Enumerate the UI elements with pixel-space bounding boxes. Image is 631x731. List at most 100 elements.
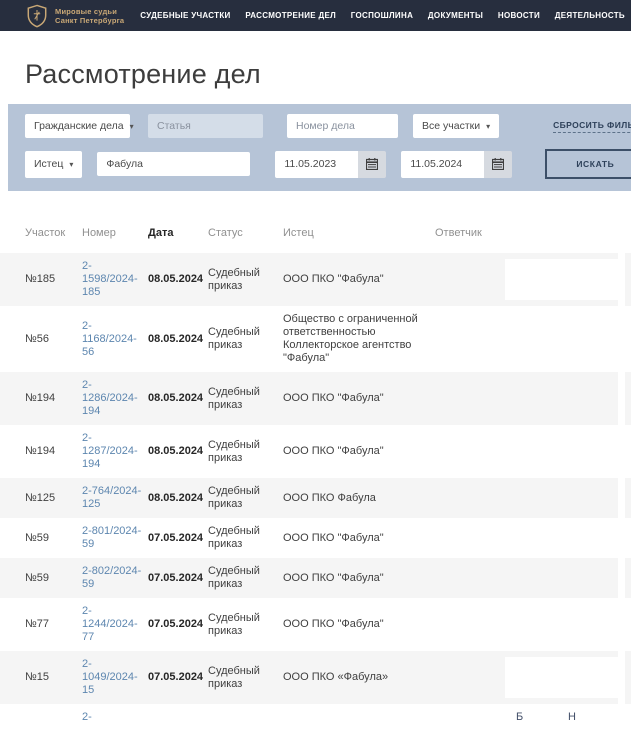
cell-precinct: №56: [25, 333, 82, 346]
case-type-select[interactable]: Гражданские дела ▾: [25, 114, 130, 138]
case-number-link[interactable]: 2-: [82, 711, 92, 723]
defendant-redaction-box: [505, 657, 618, 698]
table-row: 2- БН: [0, 704, 631, 731]
cell-precinct: №194: [25, 445, 82, 458]
cell-date: 07.05.2024: [148, 671, 206, 684]
cell-status: Судебный приказ: [208, 485, 280, 511]
reset-filter-button[interactable]: СБРОСИТЬ ФИЛЬТР: [553, 120, 631, 133]
calendar-icon[interactable]: [358, 151, 386, 178]
nav-item-court-precincts[interactable]: СУДЕБНЫЕ УЧАСТКИ: [140, 11, 230, 20]
party-role-value: Истец: [34, 158, 63, 170]
date-to-group: [401, 151, 512, 178]
cell-plaintiff: ООО ПКО Фабула: [283, 492, 433, 505]
nav-item-state-duty[interactable]: ГОСПОШЛИНА: [351, 11, 413, 20]
nav-item-activity[interactable]: ДЕЯТЕЛЬНОСТЬ: [555, 11, 625, 20]
case-number-link[interactable]: 2-802/2024-59: [82, 565, 141, 590]
cell-precinct: №15: [25, 671, 82, 684]
nav-item-news[interactable]: НОВОСТИ: [498, 11, 540, 20]
cell-plaintiff: ООО ПКО "Фабула": [283, 445, 433, 458]
table-row: №185 2-1598/2024-185 08.05.2024 Судебный…: [0, 253, 631, 306]
cell-status: Судебный приказ: [208, 525, 280, 551]
column-header-status: Статус: [208, 227, 280, 239]
date-from-input[interactable]: [275, 151, 358, 178]
chevron-down-icon: ▾: [69, 160, 73, 169]
main-nav: СУДЕБНЫЕ УЧАСТКИ РАССМОТРЕНИЕ ДЕЛ ГОСПОШ…: [140, 11, 625, 20]
top-navigation-bar: Мировые судьи Санкт Петербурга СУДЕБНЫЕ …: [0, 0, 631, 31]
case-number-link[interactable]: 2-1598/2024-185: [82, 260, 138, 298]
cell-date: 07.05.2024: [148, 572, 206, 585]
shield-logo-icon: [26, 4, 48, 28]
cell-date: 07.05.2024: [148, 618, 206, 631]
case-number-link[interactable]: 2-1049/2024-15: [82, 658, 138, 696]
cell-precinct: №59: [25, 572, 82, 585]
case-number-input[interactable]: [287, 114, 398, 138]
search-filter-panel: Гражданские дела ▾ Все участки ▾ СБРОСИТ…: [8, 104, 631, 191]
case-table-header: Участок Номер Дата Статус Истец Ответчик: [0, 227, 631, 253]
article-input[interactable]: [148, 114, 263, 138]
cell-date: 08.05.2024: [148, 273, 206, 286]
cell-precinct: №59: [25, 532, 82, 545]
defendant-redaction-box: [505, 259, 618, 300]
cell-plaintiff: Общество с ограниченной ответственностью…: [283, 313, 433, 365]
date-from-group: [275, 151, 386, 178]
precinct-value: Все участки: [422, 120, 480, 132]
column-header-defendant: Ответчик: [435, 227, 618, 239]
case-number-link[interactable]: 2-1287/2024-194: [82, 432, 138, 470]
cell-precinct: №125: [25, 492, 82, 505]
search-button[interactable]: ИСКАТЬ: [545, 149, 631, 179]
cell-status: Судебный приказ: [208, 326, 280, 352]
case-number-link[interactable]: 2-1244/2024-77: [82, 605, 138, 643]
cell-plaintiff: ООО ПКО "Фабула": [283, 273, 433, 286]
case-number-link[interactable]: 2-1168/2024-56: [82, 320, 137, 358]
precinct-select[interactable]: Все участки ▾: [413, 114, 499, 138]
case-number-link[interactable]: 2-764/2024-125: [82, 485, 141, 510]
site-logo[interactable]: Мировые судьи Санкт Петербурга: [26, 4, 124, 28]
cell-precinct: №77: [25, 618, 82, 631]
cell-date: 08.05.2024: [148, 492, 206, 505]
nav-item-case-review[interactable]: РАССМОТРЕНИЕ ДЕЛ: [245, 11, 336, 20]
table-row: №194 2-1286/2024-194 08.05.2024 Судебный…: [0, 372, 631, 425]
cell-status: Судебный приказ: [208, 565, 280, 591]
cell-status: Судебный приказ: [208, 612, 280, 638]
cell-plaintiff: ООО ПКО «Фабула»: [283, 671, 433, 684]
case-table: Участок Номер Дата Статус Истец Ответчик…: [0, 227, 631, 731]
case-type-value: Гражданские дела: [34, 120, 124, 132]
column-header-date: Дата: [148, 227, 206, 239]
case-number-link[interactable]: 2-801/2024-59: [82, 525, 141, 550]
party-role-select[interactable]: Истец ▾: [25, 151, 82, 178]
table-row: №59 2-802/2024-59 07.05.2024 Судебный пр…: [0, 558, 631, 598]
case-table-body: №185 2-1598/2024-185 08.05.2024 Судебный…: [0, 253, 631, 731]
date-to-input[interactable]: [401, 151, 484, 178]
case-number-link[interactable]: 2-1286/2024-194: [82, 379, 138, 417]
table-row: №56 2-1168/2024-56 08.05.2024 Судебный п…: [0, 306, 631, 372]
cell-status: Судебный приказ: [208, 665, 280, 691]
table-row: №194 2-1287/2024-194 08.05.2024 Судебный…: [0, 425, 631, 478]
chevron-down-icon: ▾: [486, 122, 490, 131]
calendar-icon[interactable]: [484, 151, 512, 178]
cell-status: Судебный приказ: [208, 267, 280, 293]
column-header-plaintiff: Истец: [283, 227, 433, 239]
brand-title: Мировые судьи Санкт Петербурга: [55, 7, 124, 25]
cell-plaintiff: ООО ПКО "Фабула": [283, 618, 433, 631]
cell-plaintiff: ООО ПКО "Фабула": [283, 532, 433, 545]
chevron-down-icon: ▾: [130, 122, 134, 131]
cell-date: 07.05.2024: [148, 532, 206, 545]
clipped-text-fragment: Б: [516, 711, 523, 724]
party-name-input[interactable]: [97, 152, 250, 176]
cell-plaintiff: ООО ПКО "Фабула": [283, 572, 433, 585]
page-title: Рассмотрение дел: [25, 59, 631, 90]
table-row: №125 2-764/2024-125 08.05.2024 Судебный …: [0, 478, 631, 518]
table-row: №59 2-801/2024-59 07.05.2024 Судебный пр…: [0, 518, 631, 558]
filter-row-2: Истец ▾: [25, 149, 631, 179]
cell-plaintiff: ООО ПКО "Фабула": [283, 392, 433, 405]
cell-status: Судебный приказ: [208, 386, 280, 412]
nav-item-documents[interactable]: ДОКУМЕНТЫ: [428, 11, 483, 20]
cell-precinct: №185: [25, 273, 82, 286]
cell-status: Судебный приказ: [208, 439, 280, 465]
cell-precinct: №194: [25, 392, 82, 405]
table-row: №77 2-1244/2024-77 07.05.2024 Судебный п…: [0, 598, 631, 651]
cell-date: 08.05.2024: [148, 333, 206, 346]
column-header-number: Номер: [82, 227, 144, 239]
cell-date: 08.05.2024: [148, 445, 206, 458]
column-header-precinct: Участок: [25, 227, 82, 239]
